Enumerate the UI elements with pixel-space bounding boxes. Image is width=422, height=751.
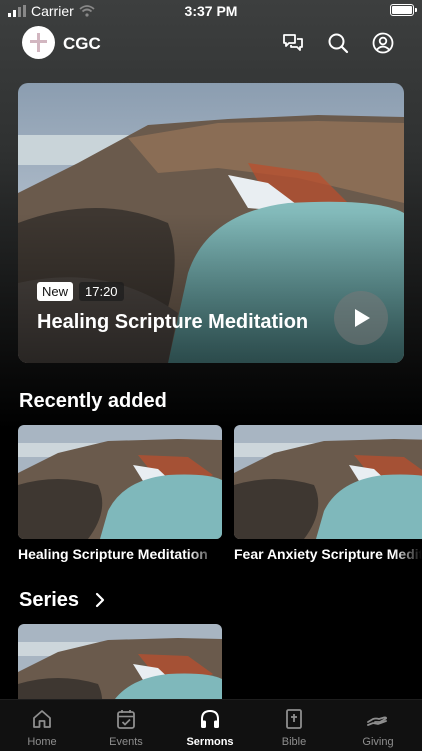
play-button[interactable] bbox=[334, 291, 388, 345]
chevron-right-icon[interactable] bbox=[94, 592, 106, 608]
tab-sermons[interactable]: Sermons bbox=[168, 700, 252, 751]
tab-giving[interactable]: Giving bbox=[336, 700, 420, 751]
tab-bible[interactable]: Bible bbox=[252, 700, 336, 751]
headphones-icon bbox=[201, 709, 219, 728]
home-icon bbox=[33, 710, 51, 728]
brand-name: CGC bbox=[63, 34, 101, 53]
tab-label: Bible bbox=[281, 736, 307, 748]
status-time: 3:37 PM bbox=[184, 3, 238, 19]
tab-label: Sermons bbox=[186, 736, 234, 748]
featured-sermon-title: Healing Scripture Meditation bbox=[37, 311, 309, 333]
sermon-card[interactable]: Healing Scripture Meditation bbox=[18, 425, 222, 562]
tab-home[interactable]: Home bbox=[0, 700, 84, 751]
series-heading[interactable]: Series bbox=[19, 589, 79, 612]
tab-label: Home bbox=[27, 736, 57, 748]
sermon-title: Fear Anxiety Scripture Meditation bbox=[234, 546, 422, 562]
tab-events[interactable]: Events bbox=[84, 700, 168, 751]
featured-sermon-card[interactable]: New 17:20 Healing Scripture Meditation bbox=[18, 83, 404, 363]
bible-icon bbox=[286, 709, 302, 729]
sermon-title: Healing Scripture Meditation bbox=[18, 546, 208, 562]
play-icon bbox=[355, 309, 370, 327]
new-badge: New bbox=[37, 282, 74, 301]
tab-label: Events bbox=[109, 736, 143, 748]
sermon-card[interactable]: Fear Anxiety Scripture Meditation bbox=[234, 425, 422, 562]
battery-icon bbox=[390, 4, 417, 16]
chat-icon[interactable] bbox=[281, 31, 305, 55]
account-icon[interactable] bbox=[371, 31, 395, 55]
app-header: CGC bbox=[0, 26, 422, 62]
search-icon[interactable] bbox=[326, 31, 350, 55]
recently-added-heading: Recently added bbox=[19, 390, 167, 412]
tab-bar: Home Events Sermons Bible Giving bbox=[0, 699, 422, 751]
sermon-thumbnail bbox=[234, 425, 422, 539]
sermon-thumbnail bbox=[18, 425, 222, 539]
tab-label: Giving bbox=[362, 736, 394, 748]
calendar-check-icon bbox=[117, 710, 135, 729]
status-bar: Carrier 3:37 PM bbox=[0, 0, 422, 22]
duration-badge: 17:20 bbox=[79, 282, 124, 301]
giving-hand-icon bbox=[367, 716, 387, 726]
church-logo[interactable] bbox=[22, 26, 55, 59]
